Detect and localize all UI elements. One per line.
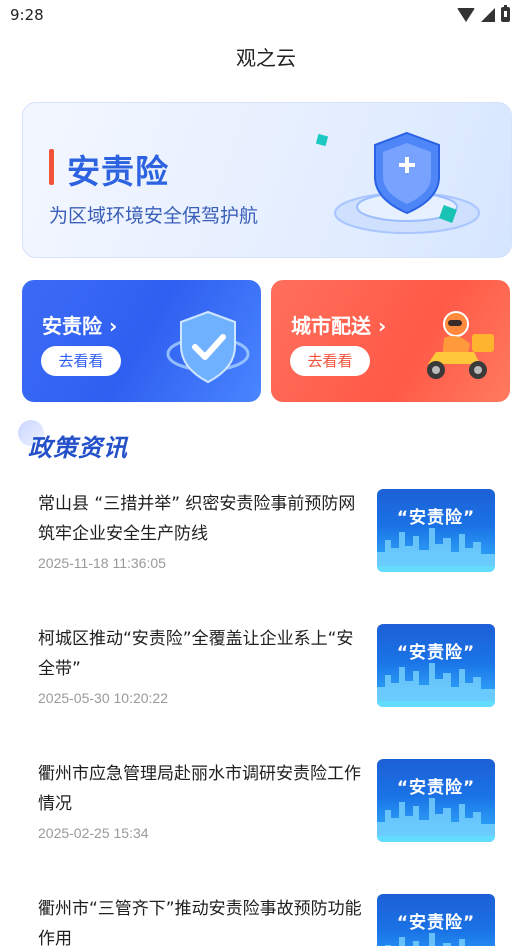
card-city-delivery[interactable]: 城市配送 › 去看看	[271, 280, 510, 402]
news-title: 常山县 “三措并举” 织密安责险事前预防网筑牢企业安全生产防线	[38, 494, 356, 544]
wifi-icon	[457, 7, 475, 22]
news-title: 衢州市应急管理局赴丽水市调研安责险工作情况	[38, 764, 361, 814]
city-skyline-icon	[377, 663, 495, 707]
battery-icon	[501, 5, 510, 22]
news-thumbnail: “安责险”	[377, 624, 495, 707]
news-item[interactable]: 衢州市应急管理局赴丽水市调研安责险工作情况 2025-02-25 15:34 “…	[0, 759, 532, 869]
card-anzexian[interactable]: 安责险 › 去看看	[22, 280, 261, 402]
city-skyline-icon	[377, 528, 495, 572]
news-date: 2025-05-30 10:20:22	[38, 690, 168, 706]
section-title: 政策资讯	[28, 434, 128, 462]
news-date: 2025-02-25 15:34	[38, 825, 149, 841]
news-title: 柯城区推动“安责险”全覆盖让企业系上“安全带”	[38, 629, 354, 679]
news-date: 2025-11-18 11:36:05	[38, 555, 166, 571]
shield-illustration-icon	[315, 131, 480, 234]
news-item[interactable]: 柯城区推动“安责险”全覆盖让企业系上“安全带” 2025-05-30 10:20…	[0, 624, 532, 734]
news-item[interactable]: 常山县 “三措并举” 织密安责险事前预防网筑牢企业安全生产防线 2025-11-…	[0, 489, 532, 599]
status-icons	[457, 5, 510, 22]
news-thumbnail: “安责险”	[377, 759, 495, 842]
go-see-button[interactable]: 去看看	[290, 346, 370, 376]
city-skyline-icon	[377, 798, 495, 842]
delivery-scooter-icon	[427, 311, 494, 379]
hero-accent-bar	[49, 149, 54, 185]
news-title: 衢州市“三管齐下”推动安责险事故预防功能作用	[38, 899, 362, 946]
card-title: 安责险 ›	[42, 314, 118, 338]
news-thumbnail: “安责险”	[377, 894, 495, 946]
news-thumbnail: “安责险”	[377, 489, 495, 572]
hero-subtitle: 为区域环境安全保驾护航	[49, 205, 259, 227]
hero-banner[interactable]: 安责险 为区域环境安全保驾护航	[22, 102, 512, 258]
status-bar: 9:28	[0, 0, 532, 30]
status-time: 9:28	[10, 6, 44, 24]
hero-title: 安责险	[67, 152, 169, 191]
go-see-button[interactable]: 去看看	[41, 346, 121, 376]
news-item[interactable]: 衢州市“三管齐下”推动安责险事故预防功能作用 “安责险”	[0, 894, 532, 946]
card-title: 城市配送 ›	[291, 314, 387, 338]
signal-icon	[481, 7, 495, 22]
shield-check-icon	[166, 310, 250, 384]
page-title: 观之云	[236, 46, 296, 70]
city-skyline-icon	[385, 933, 465, 946]
